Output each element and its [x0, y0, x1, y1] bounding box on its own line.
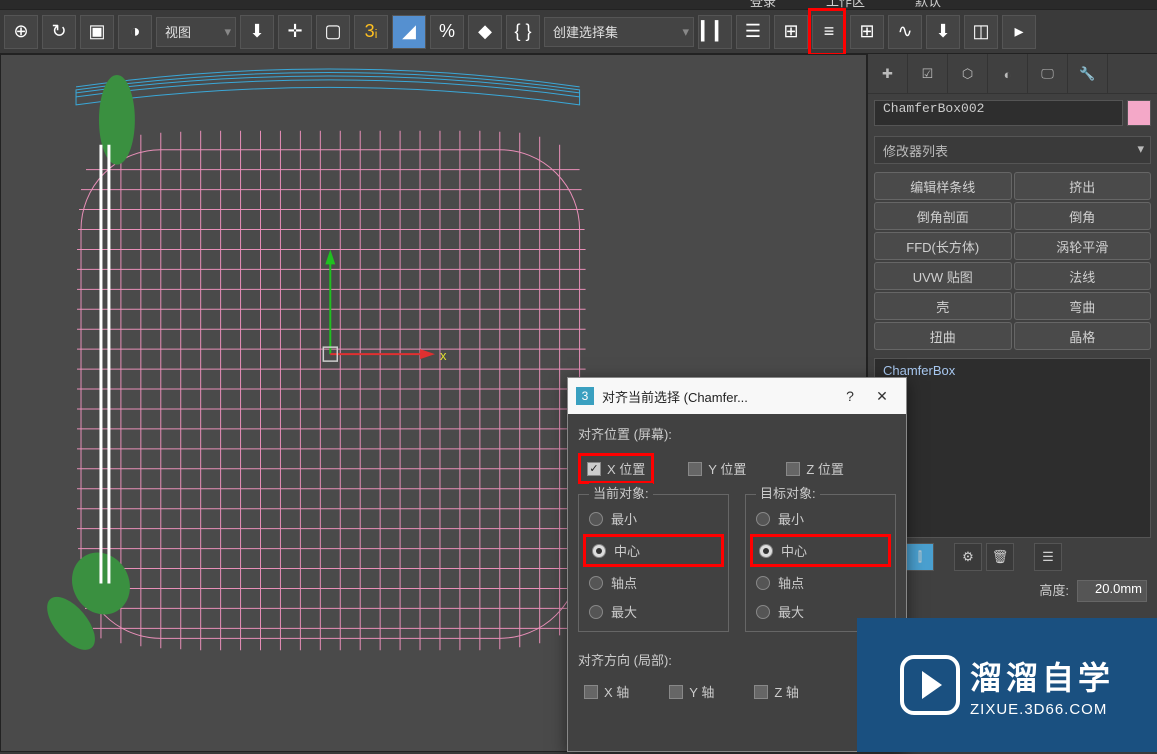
- object-color-swatch[interactable]: [1127, 100, 1151, 126]
- tab-display[interactable]: 🖵: [1028, 54, 1068, 94]
- undo-icon[interactable]: ↻: [42, 15, 76, 49]
- height-label: 高度:: [1039, 580, 1069, 602]
- mod-btn-bevel[interactable]: 倒角: [1014, 202, 1152, 230]
- modifier-stack[interactable]: ChamferBox: [874, 358, 1151, 538]
- align-orientation-label: 对齐方向 (局部):: [578, 650, 896, 669]
- tab-utilities[interactable]: 🔧: [1068, 54, 1108, 94]
- render-setup-icon[interactable]: ▸: [1002, 15, 1036, 49]
- panel-tabs: ✚ ☑ ⬡ ◐ 🖵 🔧: [868, 54, 1157, 94]
- target-pivot-radio[interactable]: 轴点: [750, 569, 891, 596]
- current-object-title: 当前对象:: [589, 483, 653, 502]
- align-icon[interactable]: ☰: [736, 15, 770, 49]
- mod-btn-normal[interactable]: 法线: [1014, 262, 1152, 290]
- target-object-group: 目标对象: 最小 中心 轴点 最大: [745, 494, 896, 632]
- mirror-icon[interactable]: ▎▎: [698, 15, 732, 49]
- stack-make-unique-icon[interactable]: ⚙: [954, 543, 982, 571]
- groupbox-row: 当前对象: 最小 中心 轴点 最大 目标对象: [578, 494, 896, 632]
- z-position-checkbox[interactable]: Z 位置: [780, 453, 850, 484]
- align-position-label: 对齐位置 (屏幕):: [578, 424, 896, 443]
- tab-motion[interactable]: ◐: [988, 54, 1028, 94]
- current-pivot-radio[interactable]: 轴点: [583, 569, 724, 596]
- target-object-title: 目标对象:: [756, 483, 820, 502]
- current-min-radio[interactable]: 最小: [583, 505, 724, 532]
- selection-set-dropdown[interactable]: 创建选择集: [544, 17, 694, 47]
- watermark: 溜溜自学 ZIXUE.3D66.COM: [857, 618, 1157, 752]
- height-input[interactable]: 20.0mm: [1077, 580, 1147, 602]
- mod-btn-twist[interactable]: 扭曲: [874, 322, 1012, 350]
- handle-mesh: [76, 69, 580, 105]
- mod-btn-extrude[interactable]: 挤出: [1014, 172, 1152, 200]
- select-link-icon[interactable]: ▣: [80, 15, 114, 49]
- close-button[interactable]: ✕: [866, 380, 898, 412]
- object-name-input[interactable]: ChamferBox002: [874, 100, 1123, 126]
- x-axis-checkbox[interactable]: X 轴: [578, 679, 635, 704]
- play-icon: [900, 655, 960, 715]
- percent-icon[interactable]: %: [430, 15, 464, 49]
- parameters-rollout: 高度: 20.0mm: [874, 576, 1151, 606]
- highlight-align-tool: [808, 8, 846, 56]
- current-max-radio[interactable]: 最大: [583, 598, 724, 625]
- bind-icon[interactable]: ◑: [118, 15, 152, 49]
- tab-create[interactable]: ✚: [868, 54, 908, 94]
- default-label[interactable]: 默认: [915, 0, 941, 10]
- svg-text:x: x: [440, 348, 447, 363]
- stack-remove-icon[interactable]: 🗑: [986, 543, 1014, 571]
- material-editor-icon[interactable]: ◫: [964, 15, 998, 49]
- schematic-icon[interactable]: ⊞: [850, 15, 884, 49]
- white-bracket: [101, 145, 109, 584]
- stack-toolbar: 📌 ⫿ ⚙ 🗑 ☰: [874, 542, 1151, 572]
- edit-selection-icon[interactable]: { }: [506, 15, 540, 49]
- tab-modify[interactable]: ☑: [908, 54, 948, 94]
- login-label[interactable]: 登录: [750, 0, 776, 10]
- mod-btn-lattice[interactable]: 晶格: [1014, 322, 1152, 350]
- spinner-icon[interactable]: ◆: [468, 15, 502, 49]
- tab-hierarchy[interactable]: ⬡: [948, 54, 988, 94]
- mod-btn-turbosmooth[interactable]: 涡轮平滑: [1014, 232, 1152, 260]
- mod-btn-shell[interactable]: 壳: [874, 292, 1012, 320]
- orientation-axes-row: X 轴 Y 轴 Z 轴: [578, 679, 896, 704]
- move-icon[interactable]: ✛: [278, 15, 312, 49]
- x-position-checkbox[interactable]: X 位置: [578, 453, 654, 484]
- stack-show-end-result-icon[interactable]: ⫿: [906, 543, 934, 571]
- target-center-radio[interactable]: 中心: [750, 534, 891, 567]
- transform-gizmo: x: [323, 249, 447, 363]
- dialog-title-text: 对齐当前选择 (Chamfer...: [602, 387, 748, 406]
- stack-item-chamferbox[interactable]: ChamferBox: [883, 363, 955, 378]
- watermark-text2: ZIXUE.3D66.COM: [970, 701, 1114, 718]
- snap-icon[interactable]: ◢: [392, 15, 426, 49]
- modifier-buttons-grid: 编辑样条线 挤出 倒角剖面 倒角 FFD(长方体) 涡轮平滑 UVW 贴图 法线…: [868, 168, 1157, 354]
- y-axis-checkbox[interactable]: Y 轴: [663, 679, 720, 704]
- current-center-radio[interactable]: 中心: [583, 534, 724, 567]
- green-cone-bottom: [38, 542, 141, 658]
- mod-btn-bend[interactable]: 弯曲: [1014, 292, 1152, 320]
- help-button[interactable]: ?: [834, 380, 866, 412]
- chamferbox-mesh: [77, 131, 586, 651]
- modifier-list-dropdown[interactable]: 修改器列表: [874, 136, 1151, 164]
- link-icon[interactable]: ⊕: [4, 15, 38, 49]
- stack-configure-icon[interactable]: ☰: [1034, 543, 1062, 571]
- mod-btn-uvwmap[interactable]: UVW 贴图: [874, 262, 1012, 290]
- current-object-group: 当前对象: 最小 中心 轴点 最大: [578, 494, 729, 632]
- position-axes-row: X 位置 Y 位置 Z 位置: [578, 453, 896, 484]
- dialog-body: 对齐位置 (屏幕): X 位置 Y 位置 Z 位置 当前对象: 最小: [568, 414, 906, 724]
- view-dropdown[interactable]: 视图: [156, 17, 236, 47]
- target-min-radio[interactable]: 最小: [750, 505, 891, 532]
- layer-icon[interactable]: ⊞: [774, 15, 808, 49]
- curve-editor-icon[interactable]: ∿: [888, 15, 922, 49]
- app-icon: 3: [576, 387, 594, 405]
- mod-btn-ffdbox[interactable]: FFD(长方体): [874, 232, 1012, 260]
- mod-btn-bevelprofile[interactable]: 倒角剖面: [874, 202, 1012, 230]
- y-position-checkbox[interactable]: Y 位置: [682, 453, 752, 484]
- dialog-titlebar[interactable]: 3 对齐当前选择 (Chamfer... ? ✕: [568, 378, 906, 414]
- z-axis-checkbox[interactable]: Z 轴: [748, 679, 805, 704]
- scale-icon[interactable]: 3ᵢ: [354, 15, 388, 49]
- rotate-icon[interactable]: ▢: [316, 15, 350, 49]
- align-dialog: 3 对齐当前选择 (Chamfer... ? ✕ 对齐位置 (屏幕): X 位置…: [567, 377, 907, 752]
- mod-btn-editspline[interactable]: 编辑样条线: [874, 172, 1012, 200]
- main-toolbar: ⊕ ↻ ▣ ◑ 视图 ⬇ ✛ ▢ 3ᵢ ◢ % ◆ { } 创建选择集 ▎▎ ☰…: [0, 10, 1157, 54]
- green-cone-top: [99, 75, 135, 165]
- dope-sheet-icon[interactable]: ⬇: [926, 15, 960, 49]
- filter-icon[interactable]: ⬇: [240, 15, 274, 49]
- watermark-text1: 溜溜自学: [970, 653, 1114, 699]
